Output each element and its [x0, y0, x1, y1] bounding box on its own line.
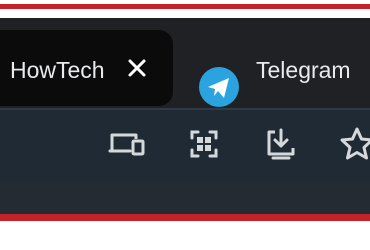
apps-grid-icon — [190, 130, 218, 158]
bookmark-star-button[interactable] — [337, 124, 370, 164]
highlight-border-top — [0, 4, 370, 9]
cast-button[interactable] — [107, 124, 147, 164]
frame-bottom — [0, 216, 370, 250]
tab-close-button[interactable] — [124, 55, 150, 81]
tab-telegram-title: Telegram — [256, 57, 351, 83]
apps-grid-button[interactable] — [184, 124, 224, 164]
content-area-strip — [0, 182, 370, 216]
tab-active-title: HowTech — [10, 57, 105, 83]
telegram-icon — [199, 67, 239, 107]
tab-strip: HowTech Telegram — [0, 18, 370, 108]
close-icon — [128, 59, 146, 77]
browser-window: HowTech Telegram — [0, 18, 370, 216]
install-app-button[interactable] — [261, 124, 301, 164]
toolbar — [0, 110, 370, 182]
install-app-icon — [267, 128, 295, 160]
highlight-border-bottom — [0, 214, 370, 221]
frame-top — [0, 0, 370, 18]
star-icon — [340, 127, 370, 160]
cast-icon — [108, 133, 145, 156]
